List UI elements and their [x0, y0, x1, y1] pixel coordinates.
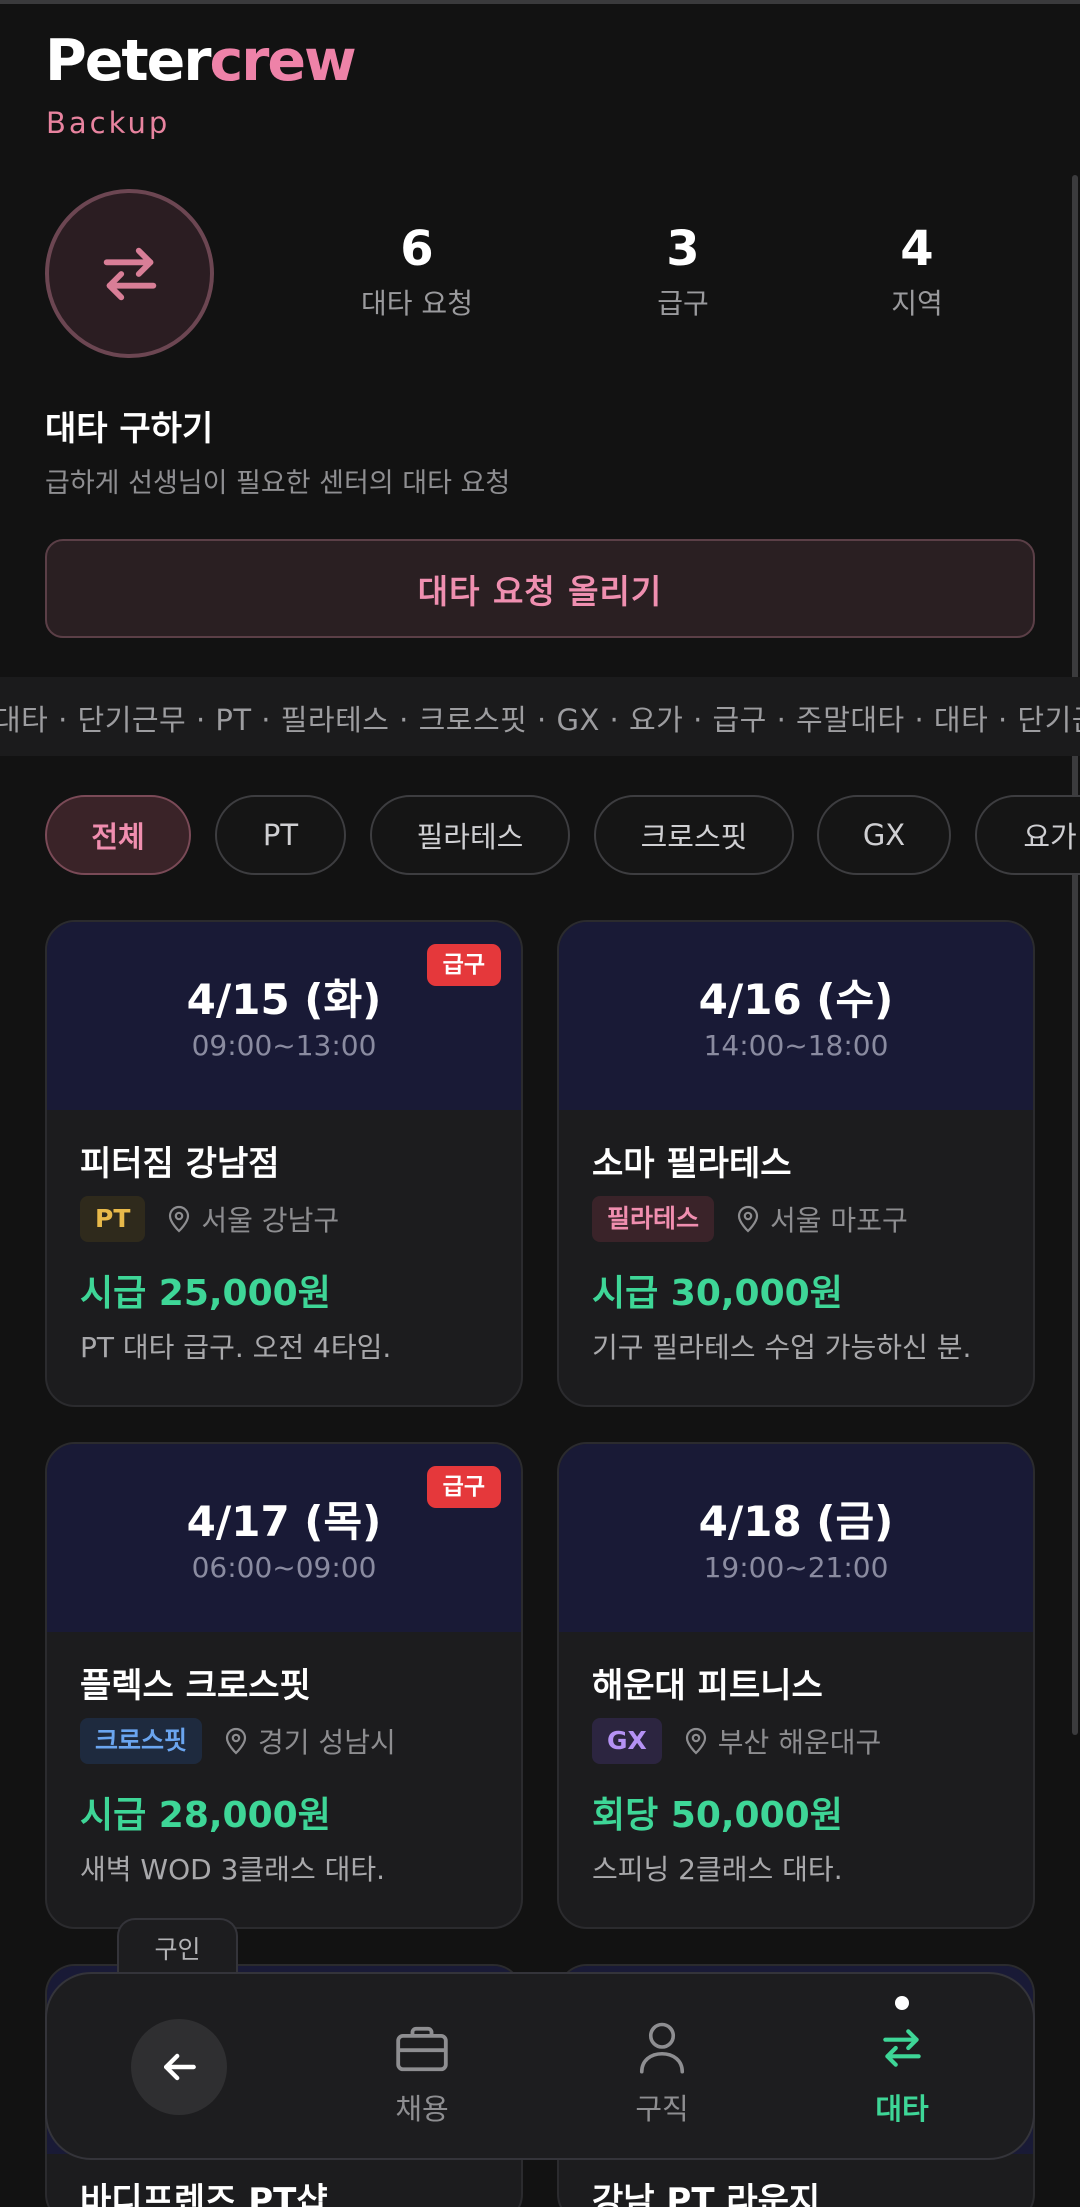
card-time: 09:00~13:00 — [191, 1029, 377, 1062]
nav-item-substitute[interactable]: 대타 — [832, 2018, 972, 2128]
filter-chip-all[interactable]: 전체 — [45, 795, 191, 875]
card-meta: 크로스핏 경기 성남시 — [80, 1717, 396, 1765]
filter-chip-yoga[interactable]: 요가 — [975, 795, 1080, 875]
card-center-name: 소마 필라테스 — [592, 1144, 792, 1184]
post-request-button[interactable]: 대타 요청 올리기 — [45, 539, 1035, 638]
stat-requests: 6 대타 요청 — [307, 218, 527, 322]
category-tag: PT — [80, 1196, 146, 1242]
card-time: 14:00~18:00 — [703, 1029, 889, 1062]
ticker-text: 대타 · 단기근무 · PT · 필라테스 · 크로스핏 · GX · 요가 ·… — [0, 703, 1080, 737]
logo-part-peter: Peter — [45, 28, 211, 94]
nav-label: 대타 — [875, 2092, 929, 2126]
card-location: 경기 성남시 — [224, 1721, 396, 1761]
section-title: 대타 구하기 — [45, 409, 214, 449]
location-text: 서울 강남구 — [201, 1204, 340, 1237]
app-subtitle: Backup — [46, 106, 171, 140]
nav-item-job-seeking[interactable]: 구직 — [592, 2018, 732, 2128]
card-date: 4/18 (금) — [698, 1497, 894, 1546]
card-meta: PT 서울 강남구 — [80, 1195, 339, 1243]
card-description: 기구 필라테스 수업 가능하신 분. — [592, 1331, 972, 1364]
stat-label: 지역 — [891, 287, 943, 320]
category-tag: 크로스핏 — [80, 1718, 203, 1764]
card-center-name: 바디프렌즈 PT샵 — [80, 2181, 328, 2207]
card-description: PT 대타 급구. 오전 4타임. — [80, 1331, 392, 1364]
category-tag: 필라테스 — [592, 1196, 715, 1242]
filter-chip-gx[interactable]: GX — [817, 795, 951, 875]
top-border — [0, 0, 1080, 4]
stat-regions: 4 지역 — [807, 218, 1027, 322]
filter-chip-crossfit[interactable]: 크로스핏 — [594, 795, 794, 875]
urgent-badge: 급구 — [426, 944, 501, 986]
location-text: 서울 마포구 — [770, 1204, 908, 1237]
card-pay: 시급 25,000원 — [80, 1273, 331, 1314]
filter-chip-pt[interactable]: PT — [215, 795, 346, 875]
stat-value: 6 — [400, 221, 434, 277]
card-time: 06:00~09:00 — [191, 1551, 377, 1584]
card-location: 서울 마포구 — [736, 1199, 908, 1239]
urgent-badge: 급구 — [426, 1466, 501, 1508]
card-location: 서울 강남구 — [167, 1199, 339, 1239]
request-card[interactable]: 4/18 (금) 19:00~21:00 해운대 피트니스 GX 부산 해운대구… — [557, 1442, 1035, 1929]
card-center-name: 플렉스 크로스핏 — [80, 1666, 311, 1706]
card-description: 스피닝 2클래스 대타. — [592, 1853, 843, 1886]
filter-chip-pilates[interactable]: 필라테스 — [370, 795, 570, 875]
card-pay: 회당 50,000원 — [592, 1795, 843, 1836]
active-indicator-dot — [895, 1996, 909, 2010]
location-text: 부산 해운대구 — [717, 1726, 882, 1759]
location-text: 경기 성남시 — [258, 1726, 396, 1759]
card-date: 4/16 (수) — [698, 975, 894, 1024]
card-center-name: 강남 PT 라운지 — [592, 2181, 821, 2207]
scrollbar[interactable] — [1072, 175, 1078, 1735]
card-meta: GX 부산 해운대구 — [592, 1717, 881, 1765]
stat-value: 3 — [666, 221, 700, 277]
card-meta: 필라테스 서울 마포구 — [592, 1195, 908, 1243]
location-pin-icon — [169, 1205, 190, 1233]
recruit-floating-tab[interactable]: 구인 — [117, 1918, 238, 1976]
card-center-name: 해운대 피트니스 — [592, 1666, 823, 1706]
location-pin-icon — [737, 1205, 759, 1233]
request-card[interactable]: 4/15 (화) 09:00~13:00 급구 피터짐 강남점 PT 서울 강남… — [45, 920, 523, 1407]
arrow-left-icon — [163, 2053, 196, 2081]
request-card[interactable]: 4/17 (목) 06:00~09:00 급구 플렉스 크로스핏 크로스핏 경기… — [45, 1442, 523, 1929]
stat-label: 대타 요청 — [361, 287, 473, 320]
card-time: 19:00~21:00 — [703, 1551, 889, 1584]
logo-part-crew: crew — [209, 28, 356, 94]
stat-label: 급구 — [657, 287, 709, 320]
back-button[interactable] — [131, 2019, 227, 2115]
nav-label: 구직 — [635, 2092, 689, 2126]
section-description: 급하게 선생님이 필요한 센터의 대타 요청 — [45, 468, 511, 499]
swap-hero-icon — [45, 189, 214, 358]
card-description: 새벽 WOD 3클래스 대타. — [80, 1853, 386, 1886]
swap-icon — [883, 2029, 921, 2067]
card-location: 부산 해운대구 — [684, 1721, 881, 1761]
card-pay: 시급 30,000원 — [592, 1273, 843, 1314]
bottom-nav: 채용 구직 대타 — [45, 1972, 1035, 2160]
category-tag: GX — [592, 1718, 662, 1764]
location-pin-icon — [225, 1727, 247, 1755]
location-pin-icon — [685, 1727, 706, 1755]
card-center-name: 피터짐 강남점 — [80, 1144, 280, 1184]
stat-value: 4 — [900, 221, 934, 277]
card-pay: 시급 28,000원 — [80, 1795, 331, 1836]
request-card[interactable]: 4/16 (수) 14:00~18:00 소마 필라테스 필라테스 서울 마포구… — [557, 920, 1035, 1407]
stat-urgent: 3 급구 — [573, 218, 793, 322]
person-icon — [639, 2022, 685, 2074]
nav-item-jobs[interactable]: 채용 — [352, 2018, 492, 2128]
app-logo: Petercrew — [45, 26, 357, 96]
filter-chips: 전체 PT 필라테스 크로스핏 GX 요가 — [0, 795, 1080, 875]
keyword-ticker: 대타 · 단기근무 · PT · 필라테스 · 크로스핏 · GX · 요가 ·… — [0, 677, 1080, 756]
briefcase-icon — [396, 2026, 448, 2072]
nav-label: 채용 — [395, 2092, 449, 2126]
